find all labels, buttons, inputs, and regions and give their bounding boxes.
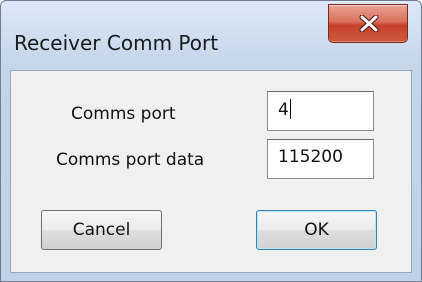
- dialog-content: Comms port 4 Comms port data 115200 Canc…: [10, 70, 412, 273]
- text-caret: [289, 99, 291, 119]
- close-icon: [359, 15, 379, 32]
- comms-port-data-value: 115200: [278, 147, 343, 167]
- comms-port-data-input[interactable]: 115200: [267, 139, 374, 179]
- ok-button[interactable]: OK: [256, 210, 377, 250]
- close-button[interactable]: [328, 4, 408, 43]
- comms-port-value: 4: [278, 100, 289, 120]
- dialog-window: Receiver Comm Port Comms port 4 Comms po…: [0, 0, 422, 282]
- cancel-button[interactable]: Cancel: [41, 210, 162, 250]
- comms-port-data-label: Comms port data: [56, 150, 205, 170]
- window-title: Receiver Comm Port: [14, 31, 219, 55]
- comms-port-input[interactable]: 4: [267, 91, 374, 131]
- comms-port-label: Comms port: [71, 104, 176, 124]
